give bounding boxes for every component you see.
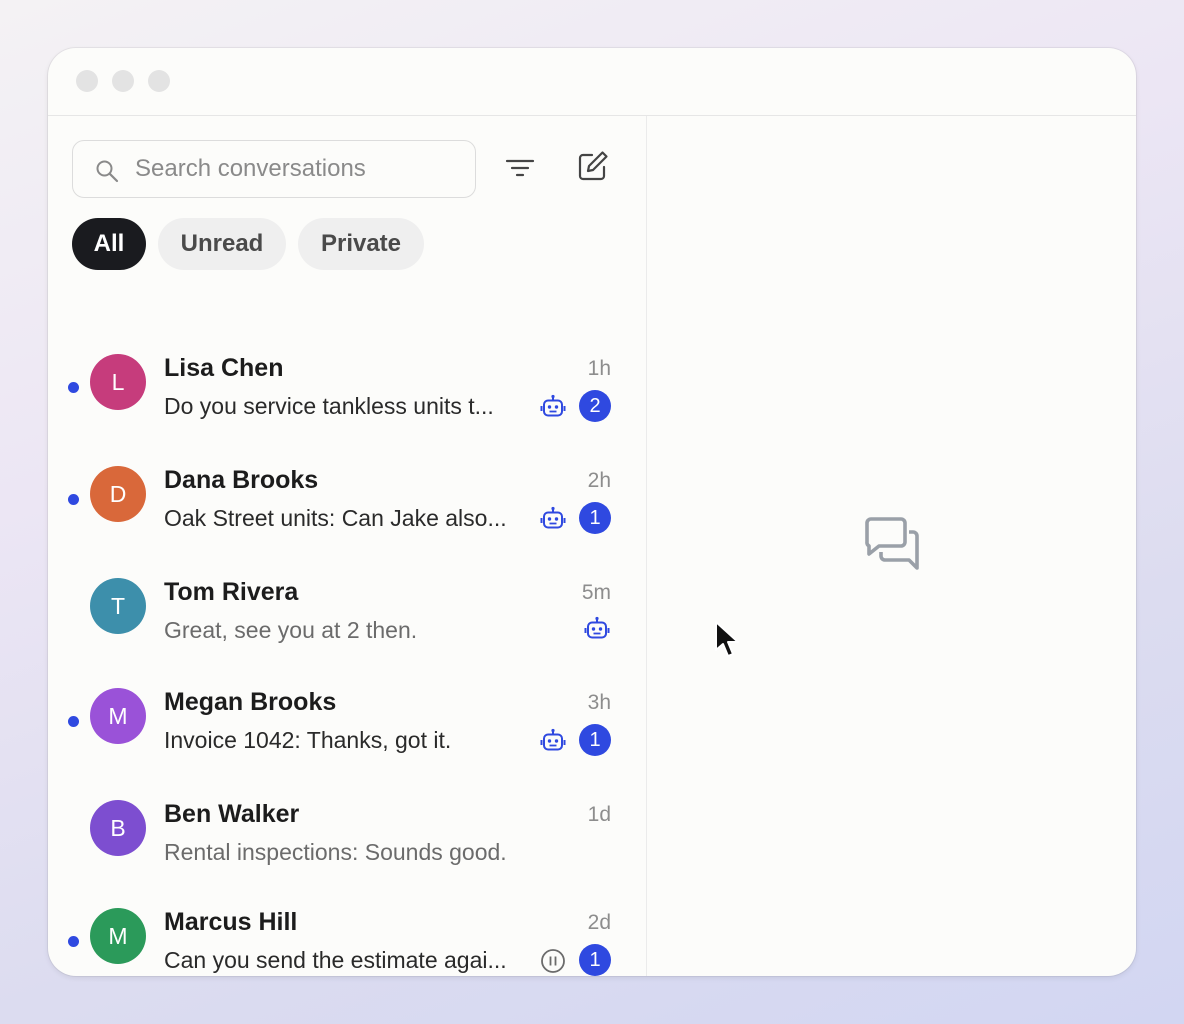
- unread-count-badge: 1: [579, 502, 611, 534]
- avatar: D: [90, 466, 146, 522]
- avatar: L: [90, 354, 146, 410]
- timestamp: 2h: [587, 469, 611, 492]
- unread-count-badge: 1: [579, 944, 611, 976]
- unread-dot: [68, 936, 79, 947]
- conversation-item[interactable]: L Lisa Chen 1h Do you service tankless u…: [48, 338, 646, 450]
- filter-icon[interactable]: [504, 152, 536, 184]
- compose-icon[interactable]: [577, 150, 609, 182]
- contact-name: Lisa Chen: [164, 354, 284, 382]
- timestamp: 3h: [587, 691, 611, 714]
- unread-count-badge: 2: [579, 390, 611, 422]
- filter-chip-all[interactable]: All: [72, 218, 146, 270]
- maximize-window-button[interactable]: [148, 70, 170, 92]
- filter-chip-unread[interactable]: Unread: [158, 218, 286, 270]
- contact-name: Marcus Hill: [164, 908, 298, 936]
- chat-bubbles-icon: [865, 517, 919, 570]
- unread-dot: [68, 716, 79, 727]
- mouse-cursor-icon: [715, 621, 739, 657]
- app-window: All Unread Private L Lisa Chen 1h Do you…: [48, 48, 1136, 976]
- search-box[interactable]: [72, 140, 476, 198]
- filter-chip-private[interactable]: Private: [298, 218, 424, 270]
- avatar: M: [90, 688, 146, 744]
- contact-name: Tom Rivera: [164, 578, 299, 606]
- conversation-sidebar: All Unread Private L Lisa Chen 1h Do you…: [48, 116, 647, 976]
- message-preview: Invoice 1042: Thanks, got it.: [164, 727, 452, 753]
- conversation-item[interactable]: D Dana Brooks 2h Oak Street units: Can J…: [48, 450, 646, 562]
- conversation-item[interactable]: B Ben Walker 1d Rental inspections: Soun…: [48, 784, 646, 896]
- conversation-item[interactable]: T Tom Rivera 5m Great, see you at 2 then…: [48, 562, 646, 674]
- message-preview: Can you send the estimate agai...: [164, 947, 507, 973]
- conversation-item[interactable]: M Marcus Hill 2d Can you send the estima…: [48, 892, 646, 976]
- search-input[interactable]: [135, 141, 455, 197]
- unread-dot: [68, 382, 79, 393]
- pause-icon: [541, 949, 565, 973]
- conversation-item[interactable]: M Megan Brooks 3h Invoice 1042: Thanks, …: [48, 672, 646, 784]
- timestamp: 1h: [587, 357, 611, 380]
- message-preview: Great, see you at 2 then.: [164, 617, 418, 643]
- close-window-button[interactable]: [76, 70, 98, 92]
- message-preview: Oak Street units: Can Jake also...: [164, 505, 507, 531]
- avatar: B: [90, 800, 146, 856]
- search-icon: [96, 160, 119, 183]
- message-preview: Do you service tankless units t...: [164, 393, 494, 419]
- unread-count-badge: 1: [579, 724, 611, 756]
- unread-dot: [68, 494, 79, 505]
- bot-icon: [540, 728, 566, 751]
- bot-icon: [584, 616, 610, 639]
- contact-name: Ben Walker: [164, 800, 300, 828]
- timestamp: 5m: [581, 581, 611, 604]
- empty-conversation-pane: [647, 116, 1136, 976]
- minimize-window-button[interactable]: [112, 70, 134, 92]
- title-bar: [48, 48, 1136, 116]
- bot-icon: [540, 506, 566, 529]
- message-preview: Rental inspections: Sounds good.: [164, 839, 507, 865]
- timestamp: 2d: [587, 911, 611, 934]
- contact-name: Dana Brooks: [164, 466, 319, 494]
- bot-icon: [540, 394, 566, 417]
- avatar: M: [90, 908, 146, 964]
- avatar: T: [90, 578, 146, 634]
- contact-name: Megan Brooks: [164, 688, 337, 716]
- timestamp: 1d: [587, 803, 611, 826]
